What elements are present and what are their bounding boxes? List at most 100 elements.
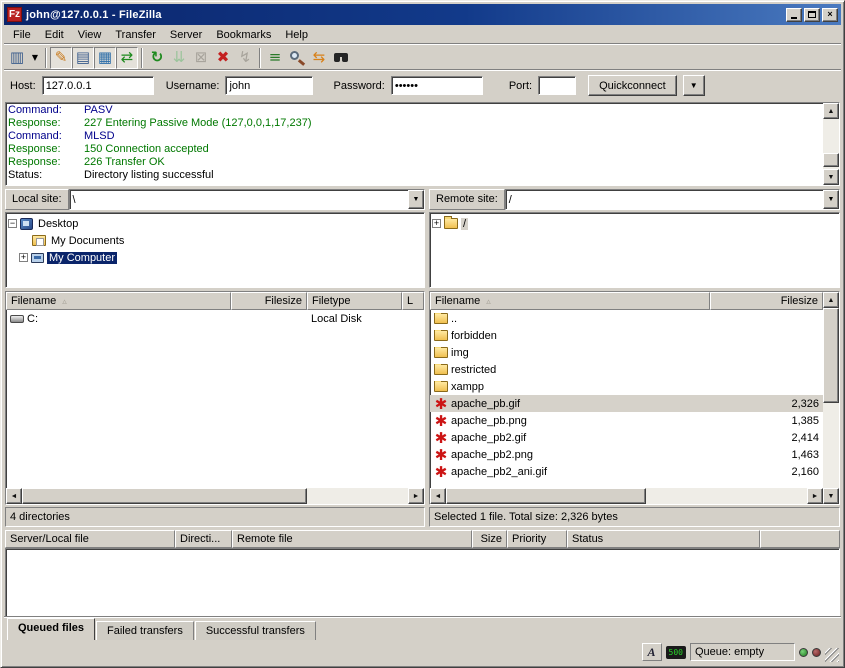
chevron-down-icon: ▼ — [828, 196, 835, 203]
cancel-operation-icon: ⊠ — [195, 50, 208, 65]
transfer-queue-toggle-button[interactable]: ⇄ — [116, 47, 138, 69]
scroll-left-icon[interactable]: ◄ — [430, 488, 446, 504]
column-header-filesize[interactable]: Filesize — [231, 292, 307, 310]
collapse-icon[interactable]: − — [8, 219, 17, 228]
site-manager-dropdown-button[interactable]: ▼ — [28, 47, 42, 69]
remote-tree-toggle-button[interactable]: ▦ — [94, 47, 116, 69]
main-split: Local site: \ ▼ − Desktop My Documents + — [5, 189, 840, 527]
minimize-button[interactable] — [786, 8, 802, 22]
tree-item-my-documents[interactable]: My Documents — [8, 232, 422, 249]
menu-item-edit[interactable]: Edit — [38, 27, 71, 43]
list-item[interactable]: C:Local Disk — [6, 310, 424, 327]
column-header-priority[interactable]: Priority — [507, 530, 567, 548]
title-bar: Fz john@127.0.0.1 - FileZilla × — [4, 4, 841, 25]
quickconnect-button[interactable]: Quickconnect — [588, 75, 677, 96]
log-line-text: 150 Connection accepted — [84, 143, 209, 155]
column-header-filler — [760, 530, 840, 548]
port-input[interactable] — [538, 76, 576, 95]
remote-site-combobox[interactable]: / ▼ — [505, 189, 840, 210]
scroll-down-icon[interactable]: ▼ — [823, 488, 839, 504]
tab-failed-transfers[interactable]: Failed transfers — [96, 621, 194, 640]
scroll-right-icon[interactable]: ► — [807, 488, 823, 504]
column-header-filename[interactable]: Filename▵ — [6, 292, 231, 310]
quickconnect-dropdown-button[interactable]: ▼ — [683, 75, 705, 96]
list-item[interactable]: xampp — [430, 378, 823, 395]
list-item[interactable]: .. — [430, 310, 823, 327]
scrollbar-thumb[interactable] — [823, 308, 839, 403]
tab-successful-transfers[interactable]: Successful transfers — [195, 621, 316, 640]
column-header-status[interactable]: Status — [567, 530, 760, 548]
username-input[interactable] — [225, 76, 313, 95]
local-site-combobox[interactable]: \ ▼ — [69, 189, 425, 210]
list-item[interactable]: ✱apache_pb.png1,385 — [430, 412, 823, 429]
tab-queued-files[interactable]: Queued files — [7, 618, 95, 640]
data-type-indicator-icon[interactable]: A — [642, 643, 662, 661]
site-manager-button[interactable]: ▥ — [6, 47, 28, 69]
menu-item-transfer[interactable]: Transfer — [108, 27, 163, 43]
menu-item-bookmarks[interactable]: Bookmarks — [209, 27, 278, 43]
list-item[interactable]: restricted — [430, 361, 823, 378]
scroll-left-icon[interactable]: ◄ — [6, 488, 22, 504]
directory-filters-button[interactable]: ≡ — [264, 47, 286, 69]
toolbar-separator — [259, 48, 261, 68]
expand-icon[interactable]: + — [432, 219, 441, 228]
remote-horizontal-scrollbar[interactable]: ◄ ► — [430, 488, 823, 504]
remote-site-dropdown-button[interactable]: ▼ — [823, 190, 839, 209]
column-header-server-local-file[interactable]: Server/Local file — [5, 530, 175, 548]
scrollbar-thumb[interactable] — [823, 153, 839, 167]
directory-comparison-button[interactable] — [286, 47, 308, 69]
scrollbar-thumb[interactable] — [446, 488, 646, 504]
scroll-right-icon[interactable]: ► — [408, 488, 424, 504]
host-input[interactable] — [42, 76, 154, 95]
refresh-button[interactable]: ↻ — [146, 47, 168, 69]
column-header-filename[interactable]: Filename▵ — [430, 292, 710, 310]
disconnect-button[interactable]: ✖ — [212, 47, 234, 69]
port-label: Port: — [509, 80, 532, 92]
password-input[interactable] — [391, 76, 483, 95]
activity-led-red-icon — [812, 648, 821, 657]
local-tree-toggle-button[interactable]: ▤ — [72, 47, 94, 69]
list-item[interactable]: ✱apache_pb2.gif2,414 — [430, 429, 823, 446]
scrollbar-thumb[interactable] — [22, 488, 307, 504]
list-item[interactable]: ✱apache_pb.gif2,326 — [430, 395, 823, 412]
cancel-operation-button[interactable]: ⊠ — [190, 47, 212, 69]
maximize-button[interactable] — [804, 8, 820, 22]
list-item[interactable]: ✱apache_pb2_ani.gif2,160 — [430, 463, 823, 480]
column-header-remote-file[interactable]: Remote file — [232, 530, 472, 548]
list-item[interactable]: forbidden — [430, 327, 823, 344]
tree-item-desktop[interactable]: − Desktop — [8, 215, 422, 232]
menu-item-file[interactable]: File — [6, 27, 38, 43]
scroll-up-icon[interactable]: ▲ — [823, 292, 839, 308]
list-item[interactable]: ✱apache_pb2.png1,463 — [430, 446, 823, 463]
message-log-toggle-button[interactable]: ✎ — [50, 47, 72, 69]
scroll-up-icon[interactable]: ▲ — [823, 103, 839, 119]
menu-item-server[interactable]: Server — [163, 27, 209, 43]
local-site-value: \ — [70, 194, 408, 206]
local-horizontal-scrollbar[interactable]: ◄ ► — [6, 488, 424, 504]
column-header-size[interactable]: Size — [472, 530, 507, 548]
close-button[interactable]: × — [822, 8, 838, 22]
column-header-lastmodified[interactable]: L — [402, 292, 424, 310]
menu-item-view[interactable]: View — [71, 27, 109, 43]
column-header-direction[interactable]: Directi... — [175, 530, 232, 548]
column-header-filetype[interactable]: Filetype — [307, 292, 402, 310]
tree-item-my-computer[interactable]: + My Computer — [8, 249, 422, 266]
tree-item-root[interactable]: + / — [432, 215, 837, 232]
scroll-down-icon[interactable]: ▼ — [823, 169, 839, 185]
tree-item-label: My Computer — [47, 252, 117, 264]
resize-grip[interactable] — [825, 648, 839, 662]
log-vertical-scrollbar[interactable]: ▲ ▼ — [823, 103, 839, 185]
remote-list-rows: ..forbiddenimgrestrictedxampp✱apache_pb.… — [430, 310, 823, 488]
local-site-dropdown-button[interactable]: ▼ — [408, 190, 424, 209]
list-item[interactable]: img — [430, 344, 823, 361]
menu-item-help[interactable]: Help — [278, 27, 315, 43]
image-file-icon: ✱ — [434, 397, 448, 411]
process-queue-button[interactable]: ⇊ — [168, 47, 190, 69]
reconnect-button[interactable]: ↯ — [234, 47, 256, 69]
remote-vertical-scrollbar[interactable]: ▲ ▼ — [823, 292, 839, 504]
expand-icon[interactable]: + — [19, 253, 28, 262]
column-header-filesize[interactable]: Filesize — [710, 292, 823, 310]
find-files-button[interactable] — [330, 47, 352, 69]
synchronized-browsing-button[interactable]: ⇆ — [308, 47, 330, 69]
speed-limit-icon[interactable]: 500 — [666, 646, 686, 659]
